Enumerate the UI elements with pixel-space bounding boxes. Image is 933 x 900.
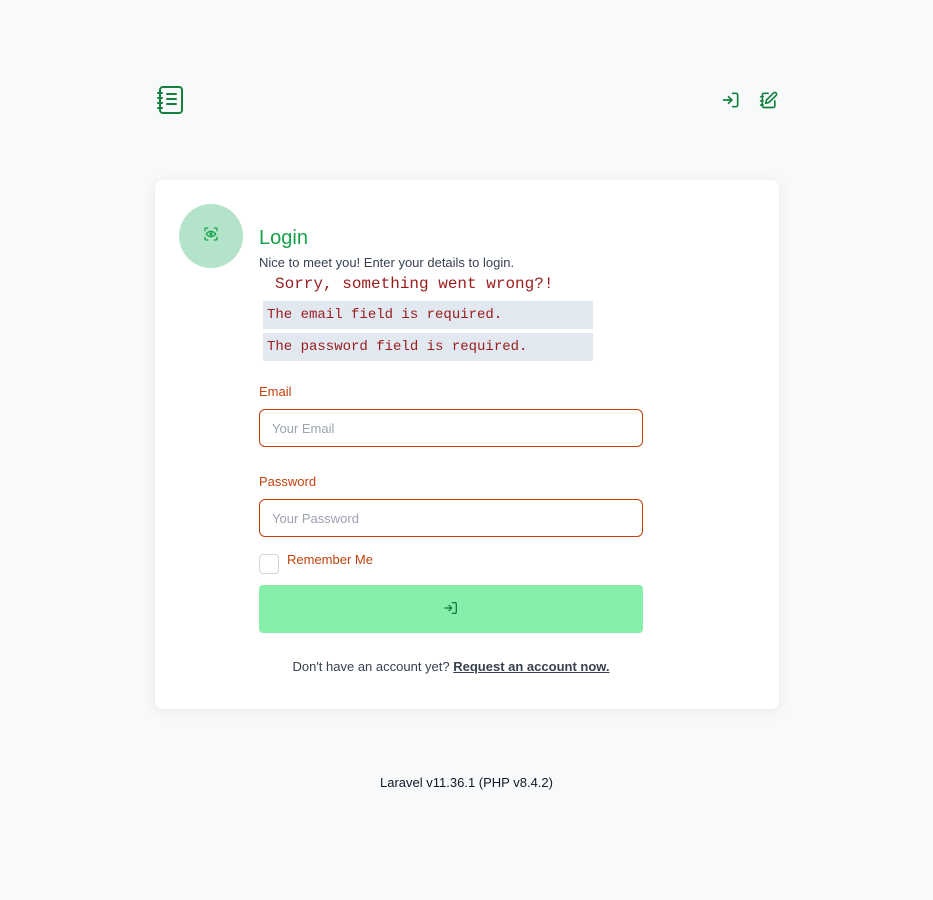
- version-footer: Laravel v11.36.1 (PHP v8.4.2): [380, 775, 553, 790]
- eye-scan-icon: [203, 226, 219, 247]
- page-title: Login: [259, 227, 308, 249]
- notebook-icon[interactable]: [155, 84, 187, 116]
- login-icon[interactable]: [721, 90, 741, 110]
- signup-prompt: Don't have an account yet?: [292, 659, 450, 674]
- login-button[interactable]: [259, 585, 643, 633]
- error-list: The email field is required. The passwor…: [263, 301, 593, 365]
- remember-me-row: Remember Me: [259, 552, 373, 574]
- error-message: The email field is required.: [263, 301, 593, 329]
- signup-prompt-row: Don't have an account yet? Request an ac…: [259, 659, 643, 674]
- request-account-link[interactable]: Request an account now.: [453, 659, 609, 674]
- error-message: The password field is required.: [263, 333, 593, 361]
- nav-actions: [721, 90, 779, 110]
- page-subtitle: Nice to meet you! Enter your details to …: [259, 255, 515, 270]
- login-icon: [443, 600, 459, 619]
- remember-me-label[interactable]: Remember Me: [287, 552, 373, 567]
- top-navigation: [155, 84, 779, 116]
- email-field[interactable]: [259, 409, 643, 447]
- remember-me-checkbox[interactable]: [259, 554, 279, 574]
- password-label: Password: [259, 474, 317, 489]
- avatar: [179, 204, 243, 268]
- error-heading: Sorry, something went wrong?!: [275, 275, 554, 293]
- password-field[interactable]: [259, 499, 643, 537]
- edit-icon[interactable]: [759, 90, 779, 110]
- email-label: Email: [259, 384, 292, 399]
- login-card: Login Nice to meet you! Enter your detai…: [155, 180, 779, 709]
